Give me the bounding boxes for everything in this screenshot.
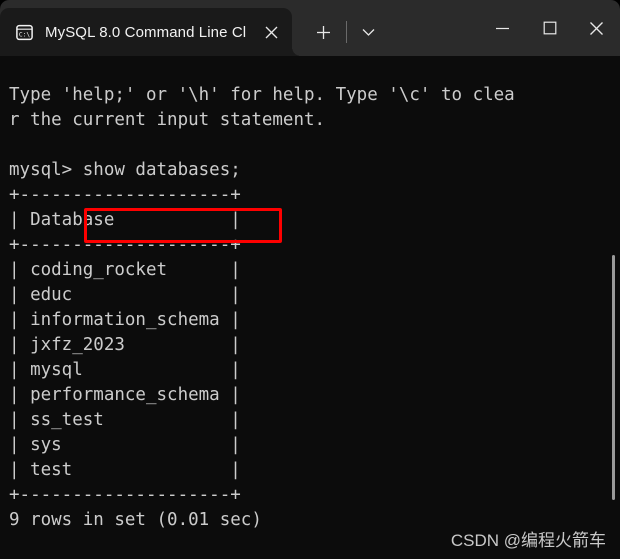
close-window-button[interactable]: [573, 0, 620, 56]
vertical-scrollbar[interactable]: [606, 56, 620, 559]
tab-close-button[interactable]: [256, 17, 286, 47]
plus-icon: [316, 25, 330, 39]
tab-mysql-command-line[interactable]: C:\ MySQL 8.0 Command Line Cl: [0, 8, 302, 56]
close-icon: [265, 26, 278, 38]
terminal-text: Type 'help;' or '\h' for help. Type '\c'…: [9, 85, 515, 530]
maximize-icon: [543, 21, 556, 35]
maximize-button[interactable]: [526, 0, 573, 56]
minimize-icon: [496, 27, 509, 29]
svg-text:C:\: C:\: [19, 31, 30, 38]
tab-title: MySQL 8.0 Command Line Cl: [45, 23, 247, 41]
tab-bar-divider: [346, 21, 348, 43]
chevron-down-icon: [362, 28, 375, 36]
close-icon: [590, 21, 603, 35]
command-prompt-icon: C:\: [16, 24, 33, 41]
watermark-label: CSDN @编程火箭车: [450, 531, 606, 550]
command-highlight-box: [84, 208, 282, 243]
window-controls: [479, 0, 620, 56]
terminal-window: C:\ MySQL 8.0 Command Line Cl Type 'help…: [0, 0, 620, 559]
scrollbar-thumb[interactable]: [612, 255, 615, 500]
new-tab-button[interactable]: [306, 15, 340, 49]
tab-strip: C:\ MySQL 8.0 Command Line Cl: [0, 8, 383, 56]
terminal-output-area[interactable]: Type 'help;' or '\h' for help. Type '\c'…: [0, 56, 620, 559]
title-bar[interactable]: C:\ MySQL 8.0 Command Line Cl: [0, 0, 620, 56]
tab-dropdown-button[interactable]: [353, 17, 383, 47]
minimize-button[interactable]: [479, 0, 526, 56]
